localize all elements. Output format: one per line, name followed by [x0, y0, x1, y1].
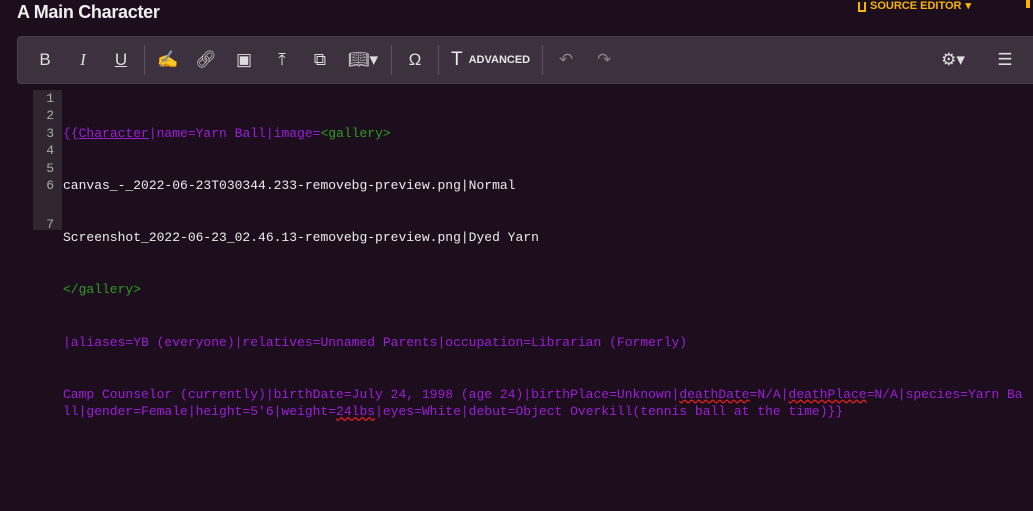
italic-icon[interactable]: I	[64, 50, 102, 70]
line-number: 1	[46, 91, 54, 106]
divider	[438, 45, 439, 75]
line-number: 3	[46, 125, 54, 141]
code-text: Camp Counselor (currently)|birthDate=Jul…	[63, 386, 680, 402]
line-number-gutter: 1 2 3 4 5 6 7	[33, 90, 62, 232]
brackets-icon	[858, 1, 866, 12]
omega-icon[interactable]: Ω	[396, 50, 434, 70]
upload-icon[interactable]: ⤒	[263, 50, 301, 70]
book-icon[interactable]: 📖︎▾	[339, 50, 387, 70]
gear-icon[interactable]: ⚙▾	[934, 50, 972, 70]
gallery-tag: <gallery>	[320, 125, 391, 141]
divider	[391, 45, 392, 75]
code-line-4: </gallery>	[63, 282, 142, 298]
advanced-label: ADVANCED	[468, 54, 531, 66]
signature-icon[interactable]: ✍	[149, 50, 187, 70]
divider	[542, 45, 544, 75]
advanced-button[interactable]: T ADVANCED	[443, 49, 538, 71]
line-number: 7	[46, 216, 54, 232]
line-number: 2	[46, 108, 54, 124]
line-number: 6	[46, 178, 54, 194]
undo-icon[interactable]: ↶	[547, 50, 585, 70]
embed-icon[interactable]: ⧉	[301, 50, 339, 70]
misspelled-word: deathPlace	[788, 386, 867, 402]
misspelled-word: deathDate	[679, 386, 750, 402]
template-open: {{	[63, 125, 79, 141]
menu-icon[interactable]: ☰	[986, 50, 1024, 70]
text-icon: T	[451, 49, 463, 70]
divider	[144, 45, 145, 75]
redo-icon[interactable]: ↷	[585, 50, 623, 70]
source-editor-dropdown[interactable]: SOURCE EDITOR ▾	[858, 0, 971, 13]
code-line-3: Screenshot_2022-06-23_02.46.13-removebg-…	[63, 230, 539, 246]
image-icon[interactable]: ▣	[225, 50, 263, 70]
code-lines[interactable]: {{Character|name=Yarn Ball|image=<galler…	[63, 90, 1025, 511]
link-icon[interactable]: 🔗︎	[187, 50, 225, 70]
page-title: A Main Character	[17, 2, 160, 22]
line-number: 5	[46, 160, 54, 176]
code-line-2: canvas_-_2022-06-23T030344.233-removebg-…	[63, 178, 516, 194]
source-editor-label: SOURCE EDITOR	[870, 0, 962, 12]
code-line-5: |aliases=YB (everyone)|relatives=Unnamed…	[63, 334, 688, 350]
bold-icon[interactable]: B	[26, 50, 64, 70]
underline-icon[interactable]: U	[102, 50, 140, 70]
editor-toolbar: B I U ✍ 🔗︎ ▣ ⤒ ⧉ 📖︎▾ Ω T ADVANCED ↶ ↷ ⚙▾ …	[17, 36, 1033, 84]
template-name-link[interactable]: Character	[79, 126, 149, 141]
edge-icon	[1026, 0, 1030, 8]
code-line-6: Camp Counselor (currently)|birthDate=Jul…	[63, 386, 1025, 421]
template-params: |name=Yarn Ball|image=	[148, 125, 321, 141]
line-number: 4	[46, 143, 54, 159]
chevron-down-icon: ▾	[965, 0, 972, 12]
code-line-1: {{Character|name=Yarn Ball|image=<galler…	[63, 125, 1025, 142]
code-text: =N/A|	[749, 386, 789, 402]
